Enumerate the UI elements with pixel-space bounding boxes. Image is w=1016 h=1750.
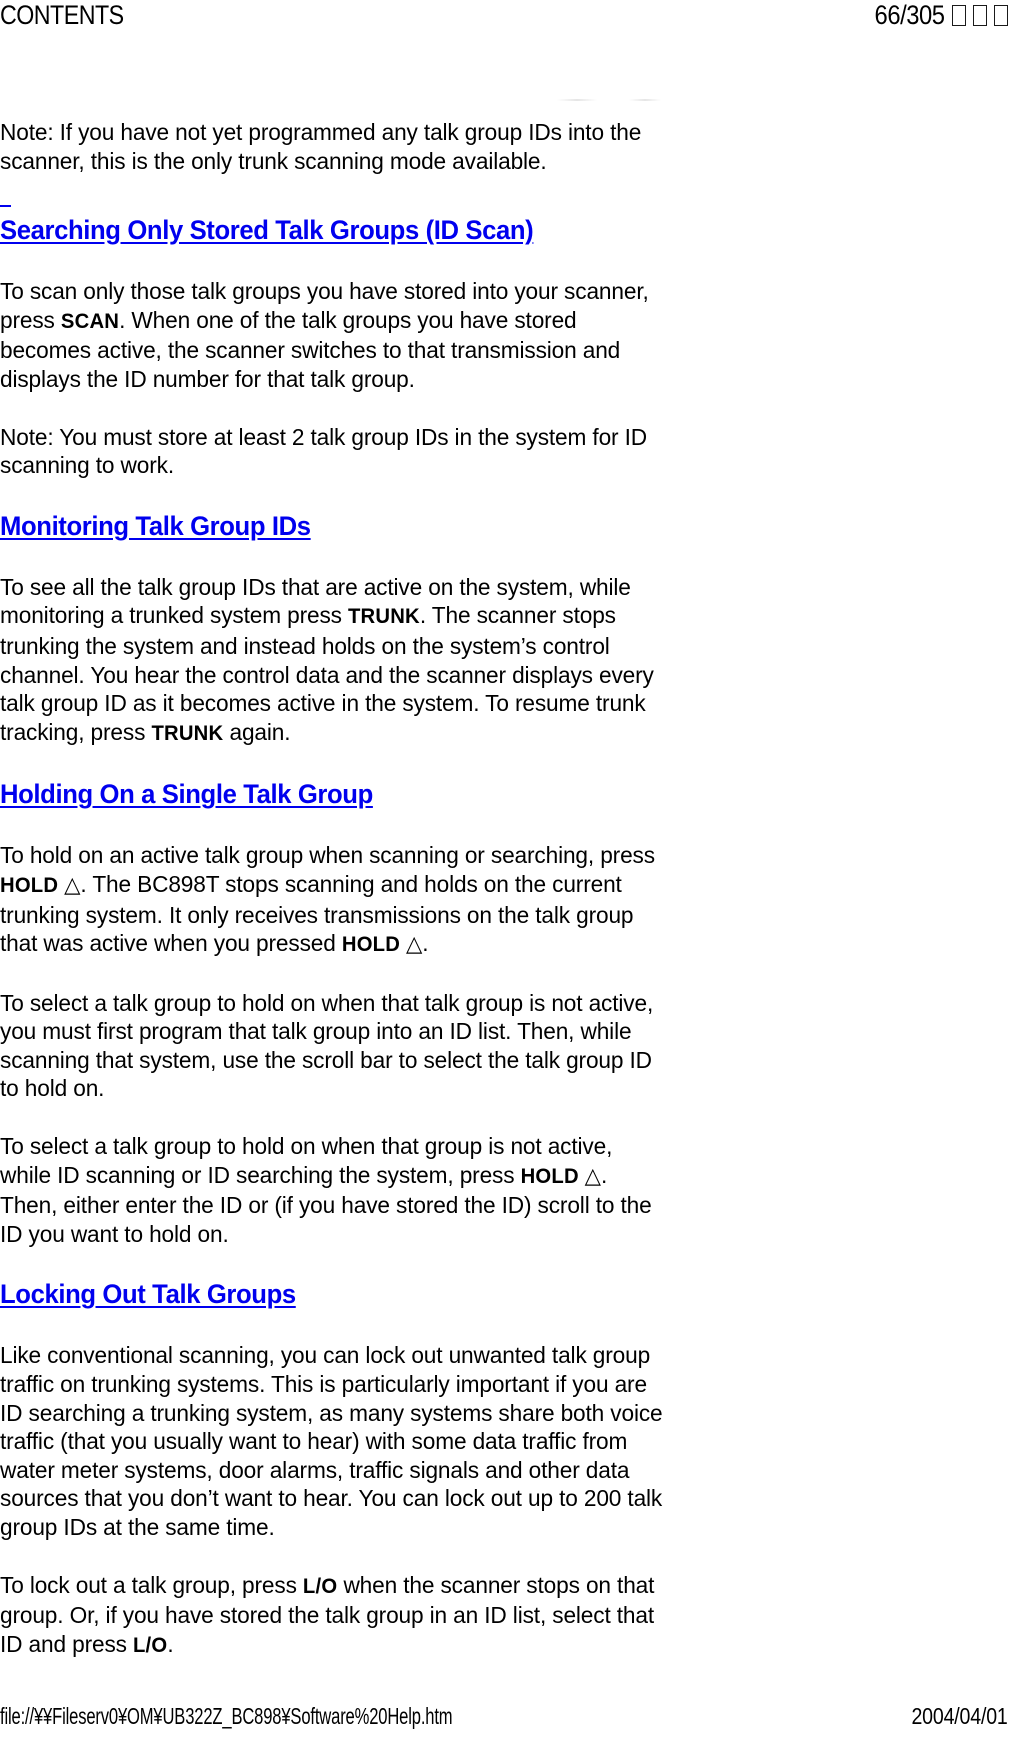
missing-glyph-box: [973, 5, 987, 26]
paragraph-para_monitoring_1: To see all the talk group IDs that are a…: [0, 573, 654, 745]
key-label: TRUNK: [151, 721, 224, 745]
missing-glyph-group: [945, 0, 1008, 30]
key-label: SCAN: [60, 309, 120, 333]
paragraph-para_holding_2: To select a talk group to hold on when t…: [0, 989, 654, 1102]
paragraph-note_two_ids: Note: You must store at least 2 talk gro…: [0, 423, 648, 479]
anchor-mark-icon: [0, 205, 11, 208]
section-heading-link-heading_locking[interactable]: Locking Out Talk Groups: [0, 1278, 656, 1311]
paragraph-para_locking_2: To lock out a talk group, press L/O when…: [0, 1571, 655, 1657]
missing-glyph-box: [952, 5, 966, 26]
section-heading-wrapper: Monitoring Talk Group IDs: [0, 510, 690, 543]
missing-glyph-box: [994, 5, 1008, 26]
paragraph-para_holding_3: To select a talk group to hold on when t…: [0, 1133, 652, 1247]
key-label: TRUNK: [347, 605, 420, 629]
key-label: L/O: [302, 1574, 338, 1598]
triangle-icon: △: [578, 1162, 601, 1188]
section-heading-wrapper: Holding On a Single Talk Group: [0, 778, 690, 811]
key-label: HOLD: [341, 933, 401, 957]
section-heading-link-heading_id_scan[interactable]: Searching Only Stored Talk Groups (ID Sc…: [0, 214, 656, 247]
contents-label: CONTENTS: [0, 0, 124, 30]
triangle-icon: △: [400, 931, 423, 957]
scan-artifact-right: [629, 99, 661, 101]
triangle-icon: △: [58, 871, 81, 897]
document-body: Note: If you have not yet programmed any…: [0, 118, 690, 1660]
page-indicator-group: 66/305: [865, 0, 1016, 30]
paragraph-note_trunk_mode: Note: If you have not yet programmed any…: [0, 119, 642, 174]
key-label: HOLD: [520, 1164, 579, 1188]
paragraph-para_holding_1: To hold on an active talk group when sca…: [0, 842, 655, 957]
paragraph-para_id_scan_1: To scan only those talk groups you have …: [0, 278, 649, 392]
scan-artifact-left: [557, 99, 597, 101]
key-label: L/O: [132, 1633, 168, 1657]
section-heading-wrapper: Locking Out Talk Groups: [0, 1278, 690, 1311]
paragraph-para_locking_1: Like conventional scanning, you can lock…: [0, 1342, 663, 1540]
section-heading-wrapper: Searching Only Stored Talk Groups (ID Sc…: [0, 205, 690, 247]
print-date-label: 2004/04/01: [911, 1703, 1008, 1729]
section-heading-link-heading_monitoring[interactable]: Monitoring Talk Group IDs: [0, 510, 656, 543]
key-label: HOLD: [0, 873, 59, 897]
page-header: CONTENTS 66/305: [0, 0, 1016, 38]
section-heading-link-heading_holding[interactable]: Holding On a Single Talk Group: [0, 778, 656, 811]
page-indicator: 66/305: [874, 0, 945, 30]
file-path-label: file://¥¥Fileserv0¥OM¥UB322Z_BC898¥Softw…: [0, 1703, 453, 1729]
page-footer: file://¥¥Fileserv0¥OM¥UB322Z_BC898¥Softw…: [0, 1703, 1016, 1729]
